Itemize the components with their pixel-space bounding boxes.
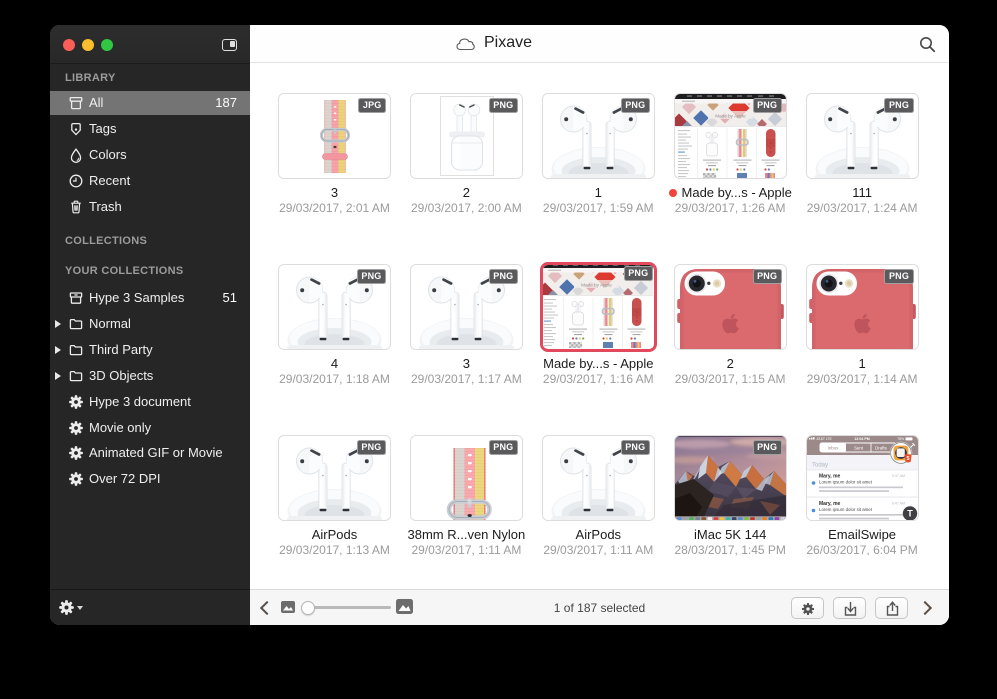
svg-text:AT&T LTE: AT&T LTE bbox=[816, 437, 832, 441]
svg-text:9:47 AM: 9:47 AM bbox=[891, 502, 904, 506]
svg-text:Made by Apple: Made by Apple bbox=[581, 283, 612, 288]
svg-text:Lorem ipsum dolor sit amet: Lorem ipsum dolor sit amet bbox=[819, 480, 873, 485]
svg-text:Inbox: Inbox bbox=[827, 445, 839, 450]
svg-text:78%: 78% bbox=[897, 437, 904, 441]
svg-text:Made by Apple: Made by Apple bbox=[715, 114, 746, 119]
svg-text:T: T bbox=[907, 509, 913, 519]
svg-text:Today: Today bbox=[812, 463, 828, 469]
svg-text:Lorem ipsum dolor sit amet: Lorem ipsum dolor sit amet bbox=[819, 507, 873, 512]
svg-text:12:04 PM: 12:04 PM bbox=[854, 437, 870, 441]
svg-text:5: 5 bbox=[906, 456, 909, 462]
svg-text:Drafts: Drafts bbox=[875, 445, 888, 450]
svg-text:Sent: Sent bbox=[854, 445, 864, 450]
svg-text:9:47 AM: 9:47 AM bbox=[891, 474, 904, 478]
